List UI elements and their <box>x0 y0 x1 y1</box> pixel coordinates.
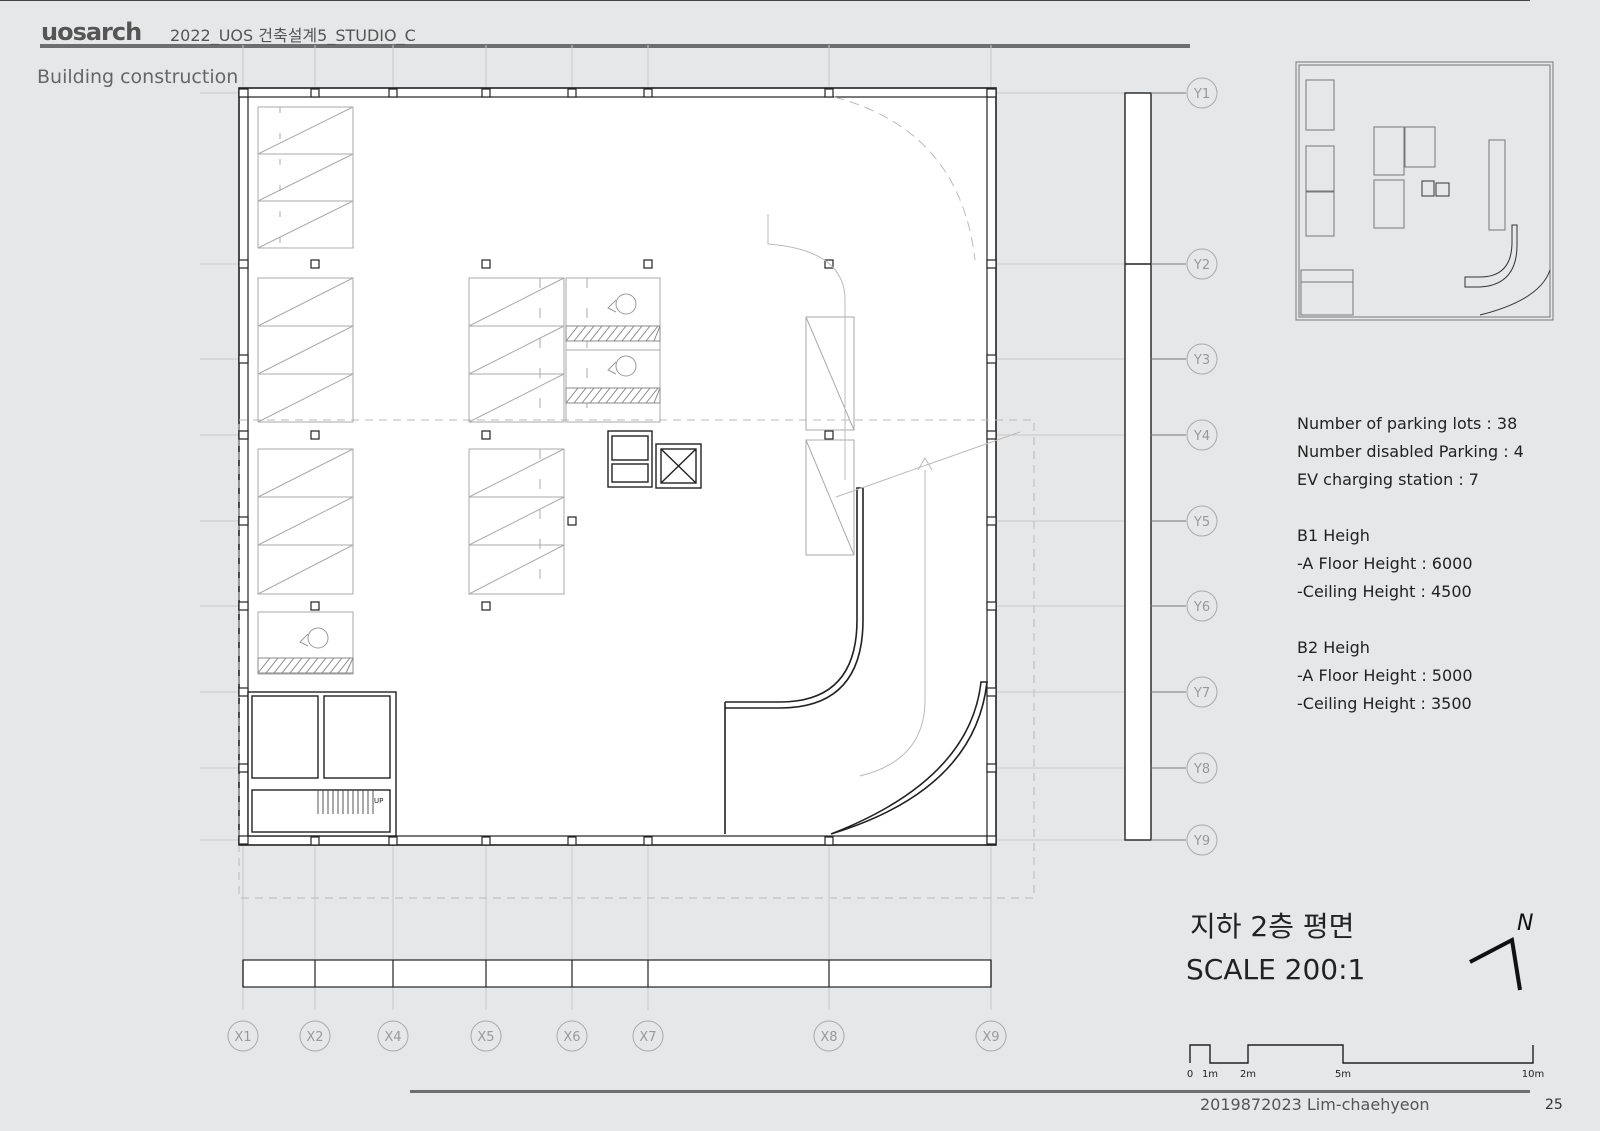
column <box>238 687 249 697</box>
column <box>310 259 320 269</box>
stair-up-label: UP <box>374 797 383 805</box>
page-number: 25 <box>1545 1097 1563 1113</box>
grid-label-x: X6 <box>563 1030 580 1045</box>
column <box>310 430 320 440</box>
column <box>238 763 249 773</box>
north-arrow-icon <box>1469 936 1522 991</box>
info-line: Number of parking lots : 38 <box>1297 414 1518 433</box>
column <box>238 354 249 364</box>
column <box>567 836 577 846</box>
column <box>986 763 997 773</box>
column <box>310 601 320 611</box>
grid-label-y: Y2 <box>1193 258 1210 273</box>
info-line: -A Floor Height : 6000 <box>1297 554 1473 573</box>
grid-label-y: Y1 <box>1193 87 1210 102</box>
author-name: 2019872023 Lim-chaehyeon <box>1200 1095 1430 1114</box>
column <box>238 430 249 440</box>
grid-label-x: X7 <box>639 1030 656 1045</box>
info-line: -Ceiling Height : 3500 <box>1297 694 1472 713</box>
grid-label-x: X9 <box>982 1030 999 1045</box>
column <box>481 430 491 440</box>
dimension-bar-frame <box>242 959 992 988</box>
column <box>238 259 249 269</box>
grid-label-y: Y6 <box>1193 600 1210 615</box>
grid-label-x: X1 <box>234 1030 251 1045</box>
scale-label: 10m <box>1522 1069 1544 1080</box>
column <box>986 259 997 269</box>
column <box>824 88 834 98</box>
grid-label-x: X4 <box>384 1030 401 1045</box>
column <box>824 430 834 440</box>
column <box>238 88 249 98</box>
column <box>238 516 249 526</box>
column <box>824 836 834 846</box>
column <box>481 88 491 98</box>
grid-label-x: X2 <box>306 1030 323 1045</box>
parking-info: Number of parking lots : 38 Number disab… <box>1297 410 1524 718</box>
column <box>986 687 997 697</box>
y-grid-bubbles: Y1 Y2 Y3 Y4 Y5 Y6 Y7 Y8 Y9 <box>1151 77 1218 856</box>
grid-label-x: X5 <box>477 1030 494 1045</box>
info-line <box>1297 494 1524 522</box>
info-line: B1 Heigh <box>1297 526 1370 545</box>
graphic-scale-bar <box>1189 1044 1534 1064</box>
grid-label-y: Y4 <box>1193 429 1210 444</box>
column <box>481 601 491 611</box>
grid-label-y: Y7 <box>1193 686 1210 701</box>
column <box>238 835 249 845</box>
column <box>310 836 320 846</box>
stair-rooms <box>247 691 397 837</box>
column <box>388 88 398 98</box>
column <box>643 259 653 269</box>
info-line: Number disabled Parking : 4 <box>1297 442 1524 461</box>
section-strip <box>1124 92 1152 841</box>
scale-bar-labels: 0 1m 2m 5m 10m <box>1187 1069 1544 1080</box>
column <box>986 430 997 440</box>
info-line: -Ceiling Height : 4500 <box>1297 582 1472 601</box>
column <box>388 836 398 846</box>
info-line: -A Floor Height : 5000 <box>1297 666 1473 685</box>
grid-label-y: Y3 <box>1193 353 1210 368</box>
column <box>986 516 997 526</box>
column <box>567 516 577 526</box>
column <box>643 88 653 98</box>
info-line: EV charging station : 7 <box>1297 470 1479 489</box>
plan-scale: SCALE 200:1 <box>1186 953 1366 986</box>
column <box>986 835 997 845</box>
grid-label-y: Y9 <box>1193 834 1210 849</box>
column <box>567 88 577 98</box>
column <box>986 354 997 364</box>
north-label: N <box>1517 911 1533 936</box>
column <box>481 836 491 846</box>
column <box>310 88 320 98</box>
column <box>643 836 653 846</box>
scale-label: 2m <box>1240 1069 1256 1080</box>
column <box>986 88 997 98</box>
column <box>986 601 997 611</box>
scale-label: 0 <box>1187 1069 1193 1080</box>
plan-title: 지하 2층 평면 <box>1190 910 1355 943</box>
column <box>238 601 249 611</box>
scale-label: 1m <box>1202 1069 1218 1080</box>
info-line <box>1297 606 1524 634</box>
key-plan <box>1295 61 1554 321</box>
dimension-bar <box>242 959 992 988</box>
grid-label-y: Y5 <box>1193 515 1210 530</box>
x-grid-bubbles: X1 X2 X4 X5 X6 X7 X8 X9 <box>227 1020 1007 1052</box>
grid-label-y: Y8 <box>1193 762 1210 777</box>
column <box>481 259 491 269</box>
info-line: B2 Heigh <box>1297 638 1370 657</box>
scale-label: 5m <box>1335 1069 1351 1080</box>
grid-label-x: X8 <box>820 1030 837 1045</box>
